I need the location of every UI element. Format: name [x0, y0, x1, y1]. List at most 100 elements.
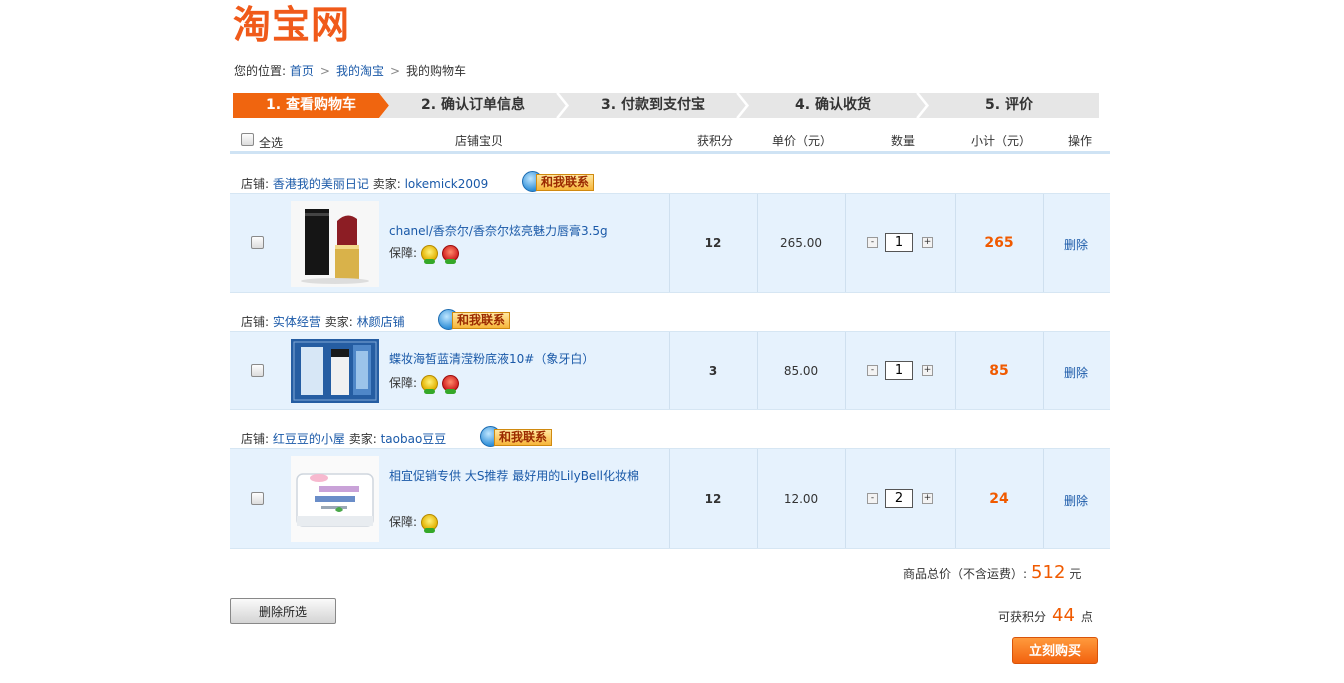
item-points: 12 [704, 236, 722, 250]
shop-name-link[interactable]: 红豆豆的小屋 [273, 432, 345, 446]
step-confirm-receipt: 4. 确认收货 [739, 93, 927, 118]
quantity-input[interactable]: 1 [885, 233, 913, 252]
breadcrumb: 您的位置: 首页 > 我的淘宝 > 我的购物车 [234, 62, 466, 79]
wangwang-icon: 和我联系 [522, 170, 596, 192]
quantity-increase-button[interactable]: + [922, 237, 933, 248]
col-divider [845, 332, 846, 409]
cart-item-row: 蝶妆海皙蓝清滢粉底液10#（象牙白） 保障: 3 85.00 - 1 + 85 … [230, 331, 1110, 410]
delete-item-link[interactable]: 删除 [1064, 364, 1088, 381]
quantity-decrease-button[interactable]: - [867, 237, 878, 248]
logo-text: 淘宝网 [233, 3, 351, 47]
item-subtotal: 24 [989, 491, 1009, 507]
points-total: 可获积分 44 点 [998, 605, 1093, 626]
breadcrumb-separator: > [389, 64, 401, 78]
item-checkbox[interactable] [251, 492, 264, 505]
shop-label: 店铺: [241, 177, 270, 191]
quantity-decrease-button[interactable]: - [867, 365, 878, 376]
shop-name-link[interactable]: 香港我的美丽日记 [273, 177, 369, 191]
step-label: 2. 确认订单信息 [421, 97, 525, 113]
quantity-increase-button[interactable]: + [922, 365, 933, 376]
order-total: 商品总价（不含运费）: 512 元 [903, 562, 1081, 583]
item-subtotal: 265 [984, 235, 1014, 251]
step-review: 5. 评价 [919, 93, 1099, 118]
guarantee: 保障: [389, 374, 460, 394]
guarantee-authentic-icon[interactable] [442, 245, 460, 264]
item-unit-price: 265.00 [780, 236, 822, 250]
points-label: 可获积分 [998, 610, 1047, 624]
contact-seller-button[interactable]: 和我联系 [480, 425, 554, 447]
product-title-link[interactable]: chanel/香奈尔/香奈尔炫亮魅力唇膏3.5g [389, 221, 669, 242]
shop-info: 店铺: 香港我的美丽日记 卖家: lokemick2009 [241, 175, 488, 192]
item-checkbox[interactable] [251, 236, 264, 249]
col-divider [845, 449, 846, 548]
col-header-action: 操作 [1068, 134, 1093, 148]
guarantee-label: 保障: [389, 515, 418, 529]
select-all-label: 全选 [259, 136, 284, 150]
seller-name-link[interactable]: taobao豆豆 [381, 432, 447, 446]
foundation-image [291, 339, 379, 403]
delete-item-link[interactable]: 删除 [1064, 236, 1088, 253]
wangwang-icon: 和我联系 [480, 425, 554, 447]
contact-seller-button[interactable]: 和我联系 [522, 170, 596, 192]
contact-seller-button[interactable]: 和我联系 [438, 308, 512, 330]
item-unit-price: 12.00 [783, 492, 819, 506]
breadcrumb-separator: > [319, 64, 330, 78]
item-unit-price: 85.00 [783, 364, 819, 378]
delete-selected-button[interactable]: 删除所选 [230, 598, 336, 624]
seller-name-link[interactable]: 林颜店铺 [357, 315, 405, 329]
product-title-link[interactable]: 相宜促销专供 大S推荐 最好用的LilyBell化妆棉 [389, 466, 664, 487]
shop-header: 店铺: 红豆豆的小屋 卖家: taobao豆豆 和我联系 [230, 425, 1110, 449]
step-label: 4. 确认收货 [795, 97, 871, 113]
shop-info: 店铺: 红豆豆的小屋 卖家: taobao豆豆 [241, 430, 446, 447]
quantity-increase-button[interactable]: + [922, 493, 933, 504]
quantity-input[interactable]: 2 [885, 489, 913, 508]
guarantee-label: 保障: [389, 376, 418, 390]
col-divider [1043, 332, 1044, 409]
buy-now-button[interactable]: 立刻购买 [1012, 637, 1098, 664]
seller-label: 卖家: [372, 177, 401, 191]
step-label: 5. 评价 [985, 97, 1033, 113]
wangwang-icon: 和我联系 [438, 308, 512, 330]
total-value: 512 [1031, 562, 1066, 583]
guarantee: 保障: [389, 513, 439, 533]
quantity-input[interactable]: 1 [885, 361, 913, 380]
item-subtotal: 85 [989, 363, 1009, 379]
select-all-checkbox[interactable] [241, 133, 254, 146]
step-confirm-order: 2. 确认订单信息 [379, 93, 567, 118]
cart-item-row: chanel/香奈尔/香奈尔炫亮魅力唇膏3.5g 保障: 12 265.00 -… [230, 193, 1110, 293]
cotton-pads-image [291, 456, 379, 542]
checkout-steps: 1. 查看购物车 2. 确认订单信息 3. 付款到支付宝 4. 确认收货 5. … [233, 93, 1099, 118]
product-thumbnail[interactable] [291, 339, 379, 403]
contact-label: 和我联系 [494, 429, 553, 446]
product-thumbnail[interactable] [291, 456, 379, 542]
breadcrumb-home-link[interactable]: 首页 [290, 64, 314, 78]
shop-info: 店铺: 实体经营 卖家: 林颜店铺 [241, 313, 405, 330]
product-title-link[interactable]: 蝶妆海皙蓝清滢粉底液10#（象牙白） [389, 349, 669, 370]
quantity-decrease-button[interactable]: - [867, 493, 878, 504]
item-points: 3 [708, 364, 718, 378]
cart-table-header: 全选 店铺宝贝 获积分 单价（元） 数量 小计（元） 操作 [230, 128, 1110, 152]
guarantee: 保障: [389, 244, 460, 264]
guarantee-authentic-icon[interactable] [442, 375, 460, 394]
col-divider [845, 194, 846, 292]
col-header-quantity: 数量 [891, 134, 916, 148]
shop-name-link[interactable]: 实体经营 [273, 315, 321, 329]
seller-name-link[interactable]: lokemick2009 [405, 177, 489, 191]
delete-item-link[interactable]: 删除 [1064, 492, 1088, 509]
step-label: 1. 查看购物车 [266, 97, 356, 113]
shop-header: 店铺: 香港我的美丽日记 卖家: lokemick2009 和我联系 [230, 170, 1110, 194]
guarantee-medal-icon[interactable] [421, 245, 439, 264]
col-header-subtotal: 小计（元） [971, 134, 1032, 148]
item-points: 12 [704, 492, 722, 506]
breadcrumb-my-taobao-link[interactable]: 我的淘宝 [336, 64, 384, 78]
guarantee-medal-icon[interactable] [421, 514, 439, 533]
lipstick-image [291, 201, 379, 287]
taobao-logo[interactable]: 淘宝网 [233, 2, 393, 48]
col-header-item: 店铺宝贝 [455, 134, 504, 148]
item-checkbox[interactable] [251, 364, 264, 377]
guarantee-medal-icon[interactable] [421, 375, 439, 394]
product-thumbnail[interactable] [291, 201, 379, 287]
step-view-cart: 1. 查看购物车 [233, 93, 389, 118]
seller-label: 卖家: [324, 315, 353, 329]
contact-label: 和我联系 [452, 312, 511, 329]
